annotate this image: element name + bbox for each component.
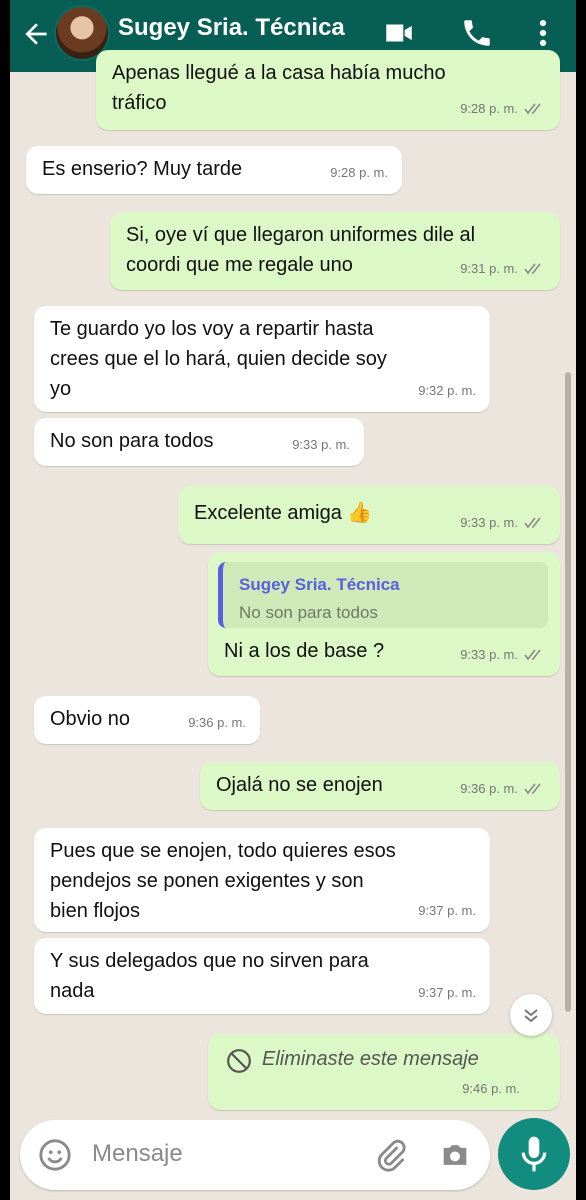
- message-bubble[interactable]: Te guardo yo los voy a repartir hasta cr…: [34, 306, 490, 412]
- message-time: 9:37 p. m.: [418, 985, 476, 1000]
- message-list[interactable]: Apenas llegué a la casa había mucho tráf…: [10, 50, 576, 1112]
- message-bubble[interactable]: Apenas llegué a la casa había mucho tráf…: [96, 50, 560, 130]
- contact-name[interactable]: Sugey Sria. Técnica: [118, 14, 345, 42]
- message-time: 9:36 p. m.: [460, 781, 518, 796]
- video-call-icon[interactable]: [382, 16, 416, 50]
- double-check-icon: [524, 517, 541, 529]
- message-text: Eliminaste este mensaje: [262, 1048, 479, 1070]
- message-bubble[interactable]: Es enserio? Muy tarde 9:28 p. m.: [26, 146, 402, 194]
- message-bubble[interactable]: No son para todos 9:33 p. m.: [34, 418, 364, 466]
- microphone-icon: [521, 1136, 547, 1172]
- more-options-icon[interactable]: [526, 16, 560, 50]
- attach-icon[interactable]: [374, 1138, 408, 1172]
- message-text: Te guardo yo los voy a repartir hasta cr…: [50, 318, 387, 400]
- message-time: 9:31 p. m.: [460, 261, 518, 276]
- double-check-icon: [524, 263, 541, 275]
- deleted-icon: [227, 1049, 251, 1073]
- quoted-author: Sugey Sria. Técnica: [239, 575, 400, 594]
- message-time: 9:28 p. m.: [330, 165, 388, 180]
- quoted-text: No son para todos: [239, 603, 378, 622]
- message-time: 9:33 p. m.: [292, 437, 350, 452]
- quoted-message[interactable]: Sugey Sria. Técnica No son para todos: [218, 562, 548, 628]
- message-text: Y sus delegados que no sirven para nada: [50, 950, 369, 1002]
- message-time: 9:28 p. m.: [460, 101, 518, 116]
- message-text: Pues que se enojen, todo quieres esos pe…: [50, 840, 396, 922]
- message-input[interactable]: Mensaje: [92, 1140, 183, 1168]
- camera-icon[interactable]: [438, 1138, 472, 1172]
- chat-screen: Sugey Sria. Técnica Apenas llegué a la c…: [10, 0, 576, 1200]
- voice-record-button[interactable]: [498, 1118, 570, 1190]
- message-time: 9:46 p. m.: [462, 1081, 520, 1096]
- message-bubble[interactable]: Ojalá no se enojen 9:36 p. m.: [200, 762, 560, 810]
- message-bubble[interactable]: Si, oye ví que llegaron uniformes dile a…: [110, 212, 560, 290]
- message-bubble[interactable]: Pues que se enojen, todo quieres esos pe…: [34, 828, 490, 932]
- message-time: 9:33 p. m.: [460, 515, 518, 530]
- message-bubble[interactable]: Excelente amiga 👍 9:33 p. m.: [178, 486, 560, 544]
- scrollbar[interactable]: [565, 372, 571, 1012]
- reply-message-bubble[interactable]: Sugey Sria. Técnica No son para todos Ni…: [208, 552, 560, 676]
- emoji-icon[interactable]: [38, 1138, 72, 1172]
- double-chevron-down-icon: [524, 1009, 538, 1023]
- message-input-bar[interactable]: Mensaje: [20, 1120, 490, 1190]
- double-check-icon: [524, 103, 541, 115]
- scroll-down-button[interactable]: [510, 994, 552, 1036]
- message-time: 9:36 p. m.: [188, 715, 246, 730]
- phone-icon[interactable]: [460, 16, 494, 50]
- message-bubble[interactable]: Y sus delegados que no sirven para nada …: [34, 938, 490, 1014]
- back-arrow-icon[interactable]: [20, 18, 52, 50]
- double-check-icon: [524, 649, 541, 661]
- message-time: 9:37 p. m.: [418, 903, 476, 918]
- double-check-icon: [524, 783, 541, 795]
- message-time: 9:32 p. m.: [418, 383, 476, 398]
- message-time: 9:33 p. m.: [460, 647, 518, 662]
- deleted-message-bubble[interactable]: Eliminaste este mensaje 9:46 p. m.: [208, 1034, 560, 1110]
- message-bubble[interactable]: Obvio no 9:36 p. m.: [34, 696, 260, 744]
